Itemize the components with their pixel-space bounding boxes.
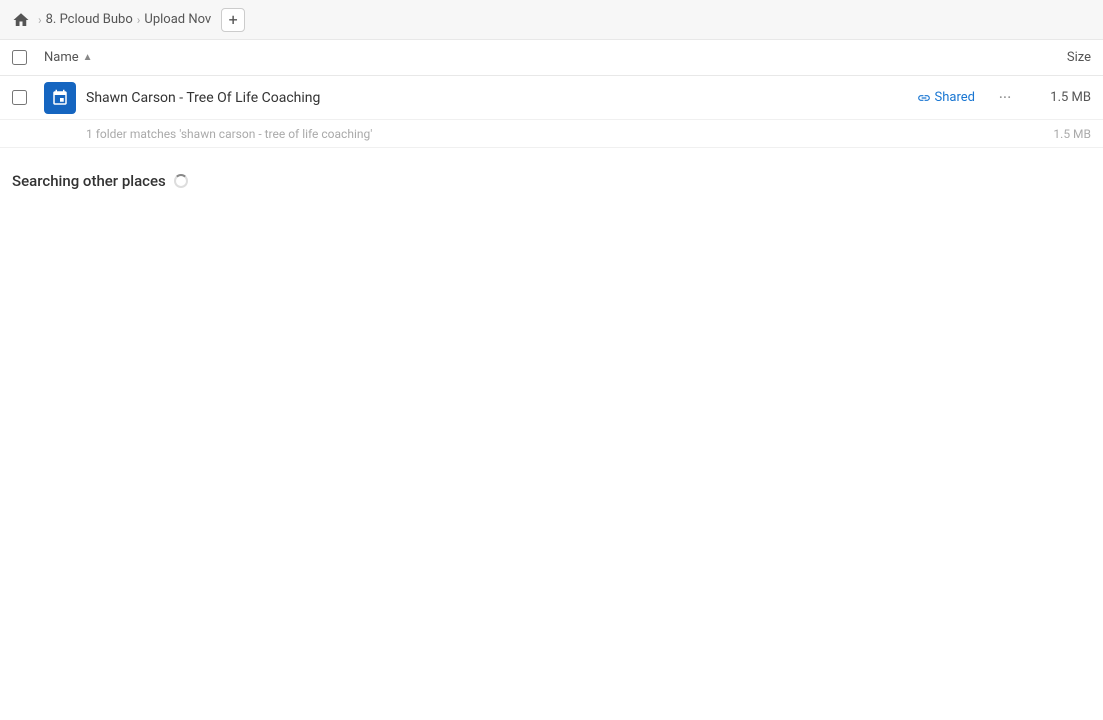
shared-badge: Shared xyxy=(917,90,975,105)
size-column-header[interactable]: Size xyxy=(1011,50,1091,65)
match-info-row: 1 folder matches 'shawn carson - tree of… xyxy=(0,120,1103,148)
searching-section: Searching other places xyxy=(0,148,1103,202)
name-column-header[interactable]: Name ▲ xyxy=(44,50,1011,65)
select-all-checkbox[interactable] xyxy=(12,50,27,65)
breadcrumb-bar: › 8. Pcloud Bubo › Upload Nov + xyxy=(0,0,1103,40)
loading-spinner xyxy=(174,174,188,188)
match-info-size: 1.5 MB xyxy=(1031,127,1091,141)
file-checkbox-container[interactable] xyxy=(12,90,44,105)
more-options-button[interactable]: ··· xyxy=(991,84,1019,112)
file-type-icon xyxy=(44,82,76,114)
file-size-label: 1.5 MB xyxy=(1031,90,1091,105)
searching-label: Searching other places xyxy=(12,172,166,190)
add-button[interactable]: + xyxy=(221,8,245,32)
shared-label: Shared xyxy=(935,90,975,105)
breadcrumb-chevron-1: › xyxy=(38,13,42,27)
file-checkbox[interactable] xyxy=(12,90,27,105)
breadcrumb-chevron-2: › xyxy=(137,13,141,27)
breadcrumb-item-pcloud[interactable]: 8. Pcloud Bubo xyxy=(46,12,133,27)
name-column-label: Name xyxy=(44,50,79,65)
breadcrumb-item-upload[interactable]: Upload Nov xyxy=(144,12,211,27)
match-info-text: 1 folder matches 'shawn carson - tree of… xyxy=(86,127,1031,141)
link-icon xyxy=(917,91,931,105)
file-row[interactable]: Shawn Carson - Tree Of Life Coaching Sha… xyxy=(0,76,1103,120)
home-button[interactable] xyxy=(12,11,30,29)
select-all-checkbox-container[interactable] xyxy=(12,50,44,65)
searching-title: Searching other places xyxy=(12,172,1091,190)
file-name-label: Shawn Carson - Tree Of Life Coaching xyxy=(86,90,917,106)
column-header-row: Name ▲ Size xyxy=(0,40,1103,76)
sort-arrow-icon: ▲ xyxy=(83,52,93,63)
